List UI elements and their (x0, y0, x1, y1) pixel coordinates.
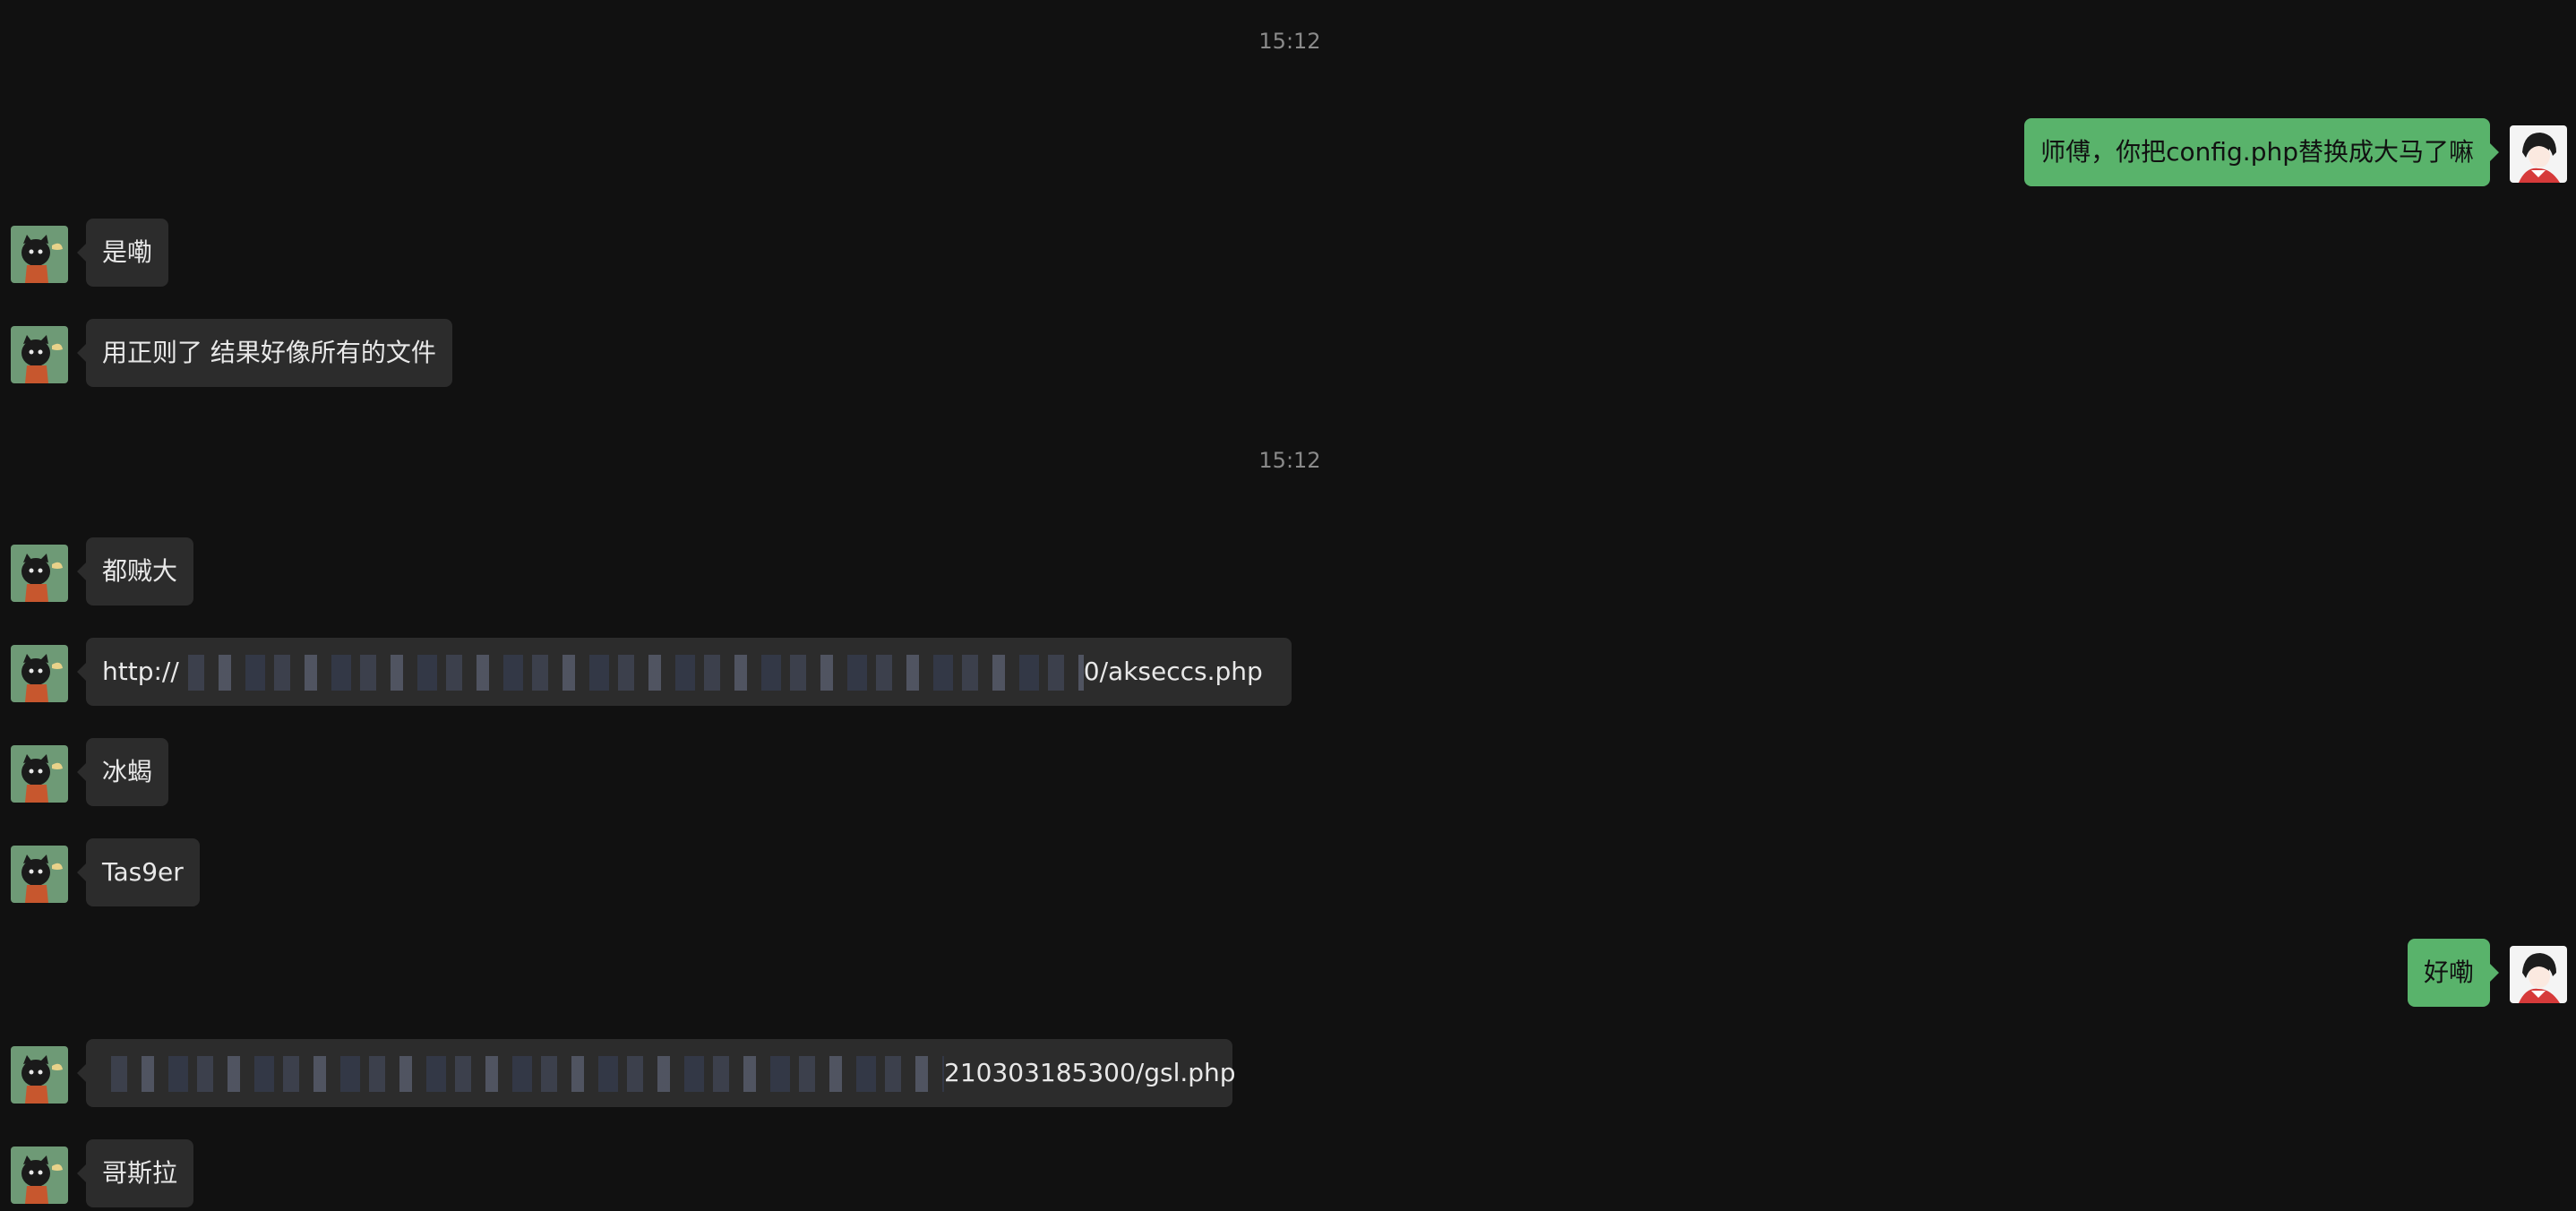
message-bubble[interactable]: 冰蝎 (76, 738, 169, 806)
link-message-bubble[interactable]: http:// 0/akseccs.php (77, 638, 1292, 706)
link-message-bubble[interactable]: 210303185300/gsl.php (77, 1039, 1236, 1107)
contact-avatar-icon[interactable] (11, 645, 68, 702)
redacted-region (178, 655, 1084, 691)
message-incoming[interactable]: http:// 0/akseccs.php (11, 638, 1318, 706)
timestamp: 15:12 (1258, 29, 1321, 54)
link-prefix[interactable]: http:// (102, 657, 179, 686)
message-incoming[interactable]: 210303185300/gsl.php (11, 1039, 1265, 1107)
contact-avatar-icon[interactable] (11, 1147, 68, 1204)
contact-avatar-icon[interactable] (11, 846, 68, 903)
message-incoming[interactable]: Tas9er (11, 838, 369, 906)
message-outgoing[interactable]: 好嘞 (2298, 939, 2567, 1007)
self-avatar-icon[interactable] (2510, 946, 2567, 1003)
timestamp: 15:12 (1258, 448, 1321, 473)
message-bubble[interactable]: 好嘞 (2407, 939, 2500, 1007)
message-bubble[interactable]: 用正则了 结果好像所有的文件 (77, 319, 452, 387)
message-incoming[interactable]: 冰蝎 (11, 738, 369, 806)
link-suffix[interactable]: 0/akseccs.php (1084, 657, 1263, 686)
message-bubble[interactable]: 是嘞 (76, 219, 169, 287)
message-bubble[interactable]: 哥斯拉 (76, 1139, 194, 1207)
contact-avatar-icon[interactable] (11, 545, 68, 602)
message-incoming[interactable]: 是嘞 (11, 219, 369, 287)
message-incoming[interactable]: 用正则了 结果好像所有的文件 (11, 319, 727, 387)
self-avatar-icon[interactable] (2510, 125, 2567, 183)
contact-avatar-icon[interactable] (11, 326, 68, 383)
contact-avatar-icon[interactable] (11, 745, 68, 803)
redacted-region (102, 1056, 944, 1092)
link-suffix[interactable]: 210303185300/gsl.php (944, 1058, 1236, 1087)
message-bubble[interactable]: 都贼大 (76, 537, 194, 606)
message-incoming[interactable]: 哥斯拉 (11, 1139, 369, 1207)
message-bubble[interactable]: Tas9er (77, 838, 200, 906)
chat-history[interactable]: 15:12 师傅，你把config.php替换成大马了嘛 是嘞 用正则了 结果好… (0, 0, 2576, 1211)
contact-avatar-icon[interactable] (11, 1046, 68, 1104)
message-outgoing[interactable]: 师傅，你把config.php替换成大马了嘛 (1940, 118, 2567, 186)
message-bubble[interactable]: 师傅，你把config.php替换成大马了嘛 (2024, 118, 2499, 186)
message-incoming[interactable]: 都贼大 (11, 537, 369, 606)
contact-avatar-icon[interactable] (11, 226, 68, 283)
